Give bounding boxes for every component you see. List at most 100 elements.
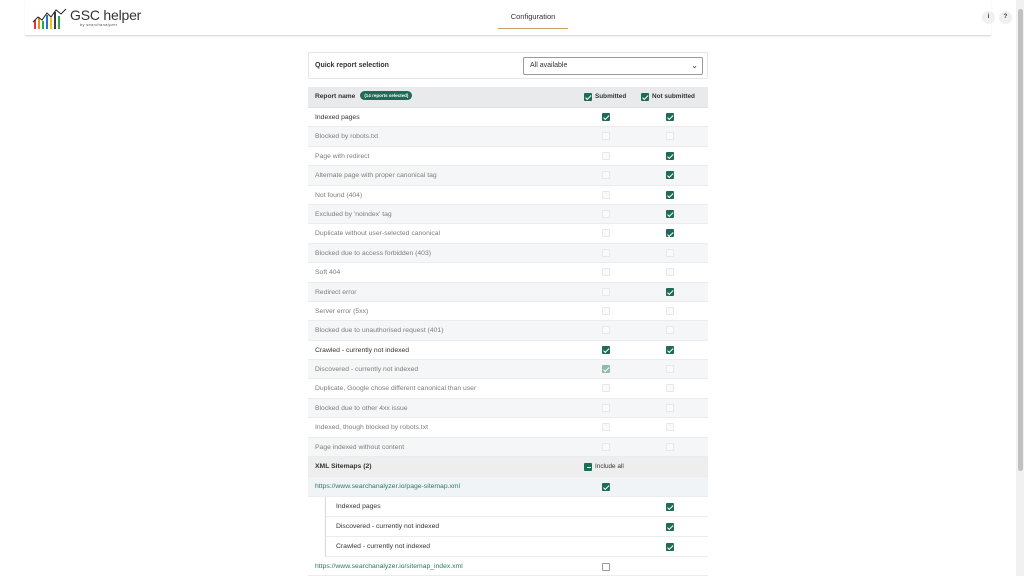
report-name: Page indexed without content [315,443,405,451]
report-name: Alternate page with proper canonical tag [315,172,437,180]
submitted-checkbox[interactable] [602,287,610,296]
sitemap-report-checkbox[interactable] [666,503,674,512]
table-row: Server error (5xx) [308,302,708,322]
table-row: Blocked by robots.txt [308,127,708,147]
submitted-checkbox[interactable] [602,132,610,141]
submitted-checkbox[interactable] [602,423,610,432]
table-row: Not found (404) [308,186,708,205]
report-name: Not found (404) [315,191,363,199]
report-name: Page with redirect [315,152,370,160]
report-name: Server error (5xx) [315,307,369,315]
table-row: Discovered - currently not indexed [308,360,708,380]
submitted-checkbox[interactable] [602,365,610,374]
not-submitted-checkbox[interactable] [666,248,674,257]
submitted-checkbox[interactable] [602,113,610,121]
submitted-checkbox[interactable] [602,229,610,238]
quick-report-selected-value: All available [530,62,568,69]
not-submitted-checkbox[interactable] [666,151,674,160]
submitted-checkbox[interactable] [602,151,610,160]
not-submitted-checkbox[interactable] [666,345,674,354]
submitted-checkbox[interactable] [602,384,610,393]
report-name: Blocked due to other 4xx issue [315,404,408,412]
info-button[interactable]: i [982,11,995,24]
not-submitted-checkbox[interactable] [666,209,674,218]
sitemap-row[interactable]: https://www.searchanalyzer.io/page-sitem… [308,477,708,498]
page: GSC helper by searchanalyzer Configurati… [0,0,1024,576]
not-submitted-checkbox[interactable] [666,326,674,335]
report-rows: Indexed pages Blocked by robots.txt Page w… [308,108,708,458]
table-row: Blocked due to unauthorised request (401… [308,321,708,341]
sitemap-url-link[interactable]: https://www.searchanalyzer.io/sitemap_in… [315,557,463,576]
report-name: Indexed, though blocked by robots.txt [315,424,428,432]
report-name: Duplicate without user-selected canonica… [315,230,441,238]
submitted-all-checkbox[interactable] [584,93,592,101]
not-submitted-checkbox[interactable] [666,229,674,238]
chevron-down-icon: ⌄ [691,61,698,70]
sitemap-checkbox[interactable] [602,563,610,572]
submitted-checkbox[interactable] [602,442,610,451]
help-button[interactable]: ? [999,11,1012,24]
sitemap-children: Indexed pages Discovered - currently not … [308,497,708,558]
submitted-checkbox[interactable] [602,190,610,199]
submitted-checkbox[interactable] [602,171,610,180]
header-not-submitted: Not submitted [652,93,695,100]
page-scrollbar[interactable] [1016,0,1024,576]
report-name: Crawled - currently not indexed [315,346,410,354]
sitemap-checkbox[interactable] [602,483,610,492]
sitemap-row[interactable]: https://www.searchanalyzer.io/sitemap_in… [308,557,708,576]
tab-configuration[interactable]: Configuration [498,0,568,29]
sitemap-report-checkbox[interactable] [666,523,674,532]
table-row: Crawled - currently not indexed [308,341,708,361]
sitemap-report-row: Discovered - currently not indexed [326,517,708,538]
submitted-checkbox[interactable] [602,403,610,412]
report-name: Duplicate, Google chose different canoni… [315,385,477,393]
table-row: Redirect error [308,282,708,302]
not-submitted-checkbox[interactable] [666,287,674,296]
not-submitted-checkbox[interactable] [666,171,674,180]
not-submitted-checkbox[interactable] [666,268,674,277]
table-row: Indexed, though blocked by robots.txt [308,418,708,438]
table-row: Excluded by 'noindex' tag [308,204,708,225]
sitemap-url-link[interactable]: https://www.searchanalyzer.io/page-sitem… [315,477,460,496]
not-submitted-checkbox[interactable] [666,132,674,141]
sitemap-report-checkbox[interactable] [666,543,674,552]
not-submitted-checkbox[interactable] [666,365,674,374]
not-submitted-all-checkbox[interactable] [641,93,649,101]
report-name: Excluded by 'noindex' tag [315,210,392,218]
not-submitted-checkbox[interactable] [666,384,674,393]
submitted-checkbox[interactable] [602,209,610,218]
quick-report-select[interactable]: All available ⌄ [523,57,703,75]
report-name: Discovered - currently not indexed [315,366,419,374]
sitemaps-section-row: XML Sitemaps (2) Include all [308,457,708,478]
submitted-checkbox[interactable] [602,345,610,354]
selected-count-badge: (14 reports selected) [360,91,413,100]
submitted-checkbox[interactable] [602,248,610,257]
submitted-checkbox[interactable] [602,306,610,315]
report-name: Soft 404 [315,269,341,277]
submitted-checkbox[interactable] [602,268,610,277]
quick-report-label: Quick report selection [315,62,389,69]
include-all-label: Include all [595,463,624,471]
table-header: Report name (14 reports selected) Submitt… [308,87,708,108]
not-submitted-checkbox[interactable] [666,403,674,412]
logo[interactable]: GSC helper by searchanalyzer [32,8,141,30]
include-all-checkbox[interactable] [584,463,592,472]
report-name: Blocked by robots.txt [315,133,379,141]
report-table: Report name (14 reports selected) Submitt… [308,87,708,576]
not-submitted-checkbox[interactable] [666,423,674,432]
report-name: Blocked due to access forbidden (403) [315,249,431,257]
table-row: Duplicate without user-selected canonica… [308,224,708,244]
not-submitted-checkbox[interactable] [666,113,674,121]
not-submitted-checkbox[interactable] [666,306,674,315]
scrollbar-thumb[interactable] [1018,9,1023,471]
table-row: Page with redirect [308,147,708,167]
not-submitted-checkbox[interactable] [666,442,674,451]
table-row: Blocked due to access forbidden (403) [308,243,708,264]
submitted-checkbox[interactable] [602,326,610,335]
sitemap-report-row: Indexed pages [326,497,708,518]
table-row: Indexed pages [308,108,708,128]
table-row: Soft 404 [308,263,708,283]
header-report-name: Report name (14 reports selected) [315,87,413,107]
not-submitted-checkbox[interactable] [666,190,674,199]
sitemap-report-name: Indexed pages [336,503,381,511]
